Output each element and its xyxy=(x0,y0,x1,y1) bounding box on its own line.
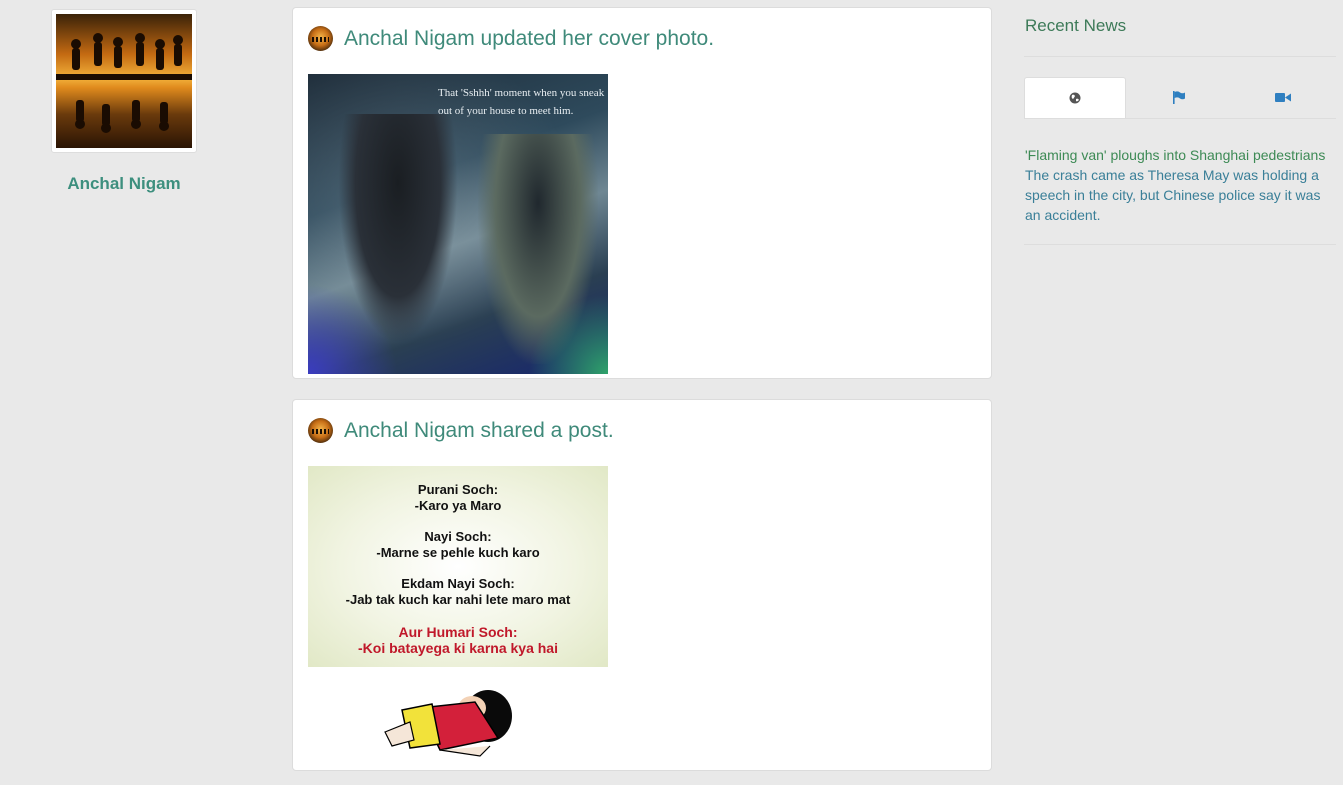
meme-heading: Purani Soch: xyxy=(417,482,499,497)
profile-image xyxy=(56,14,192,148)
recent-news-title: Recent News xyxy=(1025,16,1127,35)
meme-line: -Koi batayega ki karna kya hai xyxy=(358,640,558,656)
cover-photo-image[interactable]: That 'Sshhh' moment when you sneak out o… xyxy=(308,74,608,374)
flag-icon xyxy=(1173,91,1185,104)
video-camera-icon xyxy=(1275,93,1291,102)
meme-heading: Ekdam Nayi Soch: xyxy=(401,576,515,591)
tab-flag[interactable] xyxy=(1128,77,1230,118)
news-item[interactable]: 'Flaming van' ploughs into Shanghai pede… xyxy=(1025,145,1335,225)
news-body: The crash came as Theresa May was holdin… xyxy=(1025,167,1321,223)
meme-line: -Marne se pehle kuch karo xyxy=(376,545,540,560)
user-avatar[interactable] xyxy=(308,26,333,51)
globe-icon xyxy=(1069,92,1081,104)
news-tabs xyxy=(1024,77,1336,118)
user-avatar[interactable] xyxy=(308,418,333,443)
profile-picture[interactable] xyxy=(51,9,197,153)
meme-heading: Nayi Soch: xyxy=(424,529,492,544)
meme-image[interactable]: Purani Soch: -Karo ya Maro Nayi Soch: -M… xyxy=(308,466,608,667)
cartoon-sticker xyxy=(384,690,512,757)
meme-line: -Jab tak kuch kar nahi lete maro mat xyxy=(345,592,571,607)
post-title[interactable]: Anchal Nigam updated her cover photo. xyxy=(344,27,714,51)
post-title[interactable]: Anchal Nigam shared a post. xyxy=(344,419,614,443)
divider xyxy=(1024,244,1336,245)
divider xyxy=(1024,56,1336,57)
tab-video[interactable] xyxy=(1232,77,1334,118)
tab-world[interactable] xyxy=(1024,77,1126,118)
news-headline[interactable]: 'Flaming van' ploughs into Shanghai pede… xyxy=(1025,145,1335,165)
meme-heading: Aur Humari Soch: xyxy=(398,624,518,640)
image-caption: That 'Sshhh' moment when you sneak out o… xyxy=(438,87,605,117)
meme-line: -Karo ya Maro xyxy=(414,498,502,513)
post-card-cover-photo: Anchal Nigam updated her cover photo. Th… xyxy=(292,7,992,379)
divider xyxy=(1024,118,1336,119)
profile-name[interactable]: Anchal Nigam xyxy=(38,174,210,194)
